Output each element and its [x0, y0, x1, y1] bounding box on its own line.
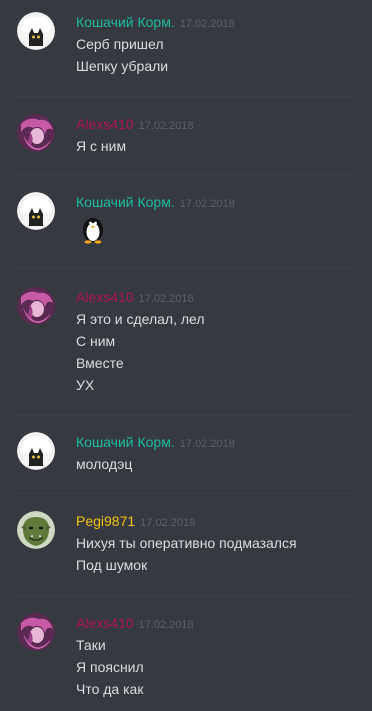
- message-text: Серб пришел: [76, 36, 164, 52]
- message-divider: [16, 493, 356, 494]
- message-header: Кошачий Корм. 17.02.2018: [76, 432, 235, 452]
- message-text: Я с ним: [76, 138, 127, 154]
- anime-avatar[interactable]: [17, 114, 55, 152]
- timestamp: 17.02.2018: [138, 120, 194, 132]
- message-divider: [16, 96, 356, 97]
- message-header: Pegi9871 17.02.2018: [76, 511, 195, 531]
- orc-avatar[interactable]: [17, 511, 55, 549]
- timestamp: 17.02.2018: [138, 293, 194, 305]
- username[interactable]: Alexs410: [76, 615, 134, 631]
- message-text: Таки: [76, 637, 106, 653]
- message-divider: [16, 415, 356, 416]
- message-text: Под шумок: [76, 557, 148, 573]
- username[interactable]: Pegi9871: [76, 513, 135, 529]
- timestamp: 17.02.2018: [179, 438, 235, 450]
- anime-avatar[interactable]: [17, 287, 55, 325]
- timestamp: 17.02.2018: [140, 517, 196, 529]
- cat-avatar[interactable]: [17, 192, 55, 230]
- message-text: Я это и сделал, лел: [76, 311, 205, 327]
- message-text: Вместе: [76, 355, 124, 371]
- message-text: молодэц: [76, 456, 133, 472]
- message-text: Шепку убрали: [76, 58, 169, 74]
- message-header: Alexs410 17.02.2018: [76, 114, 194, 134]
- message-text: УХ: [76, 377, 95, 393]
- message-header: Кошачий Корм. 17.02.2018: [76, 12, 235, 32]
- penguin-emoji[interactable]: [80, 214, 106, 244]
- message-divider: [16, 595, 356, 596]
- username[interactable]: Кошачий Корм.: [76, 434, 175, 450]
- message-text: С ним: [76, 333, 116, 349]
- cat-avatar[interactable]: [17, 432, 55, 470]
- username[interactable]: Кошачий Корм.: [76, 14, 175, 30]
- timestamp: 17.02.2018: [179, 198, 235, 210]
- message-text: Я пояснил: [76, 659, 144, 675]
- message-divider: [16, 174, 356, 175]
- message-header: Кошачий Корм. 17.02.2018: [76, 192, 235, 212]
- username[interactable]: Кошачий Корм.: [76, 194, 175, 210]
- timestamp: 17.02.2018: [179, 18, 235, 30]
- timestamp: 17.02.2018: [138, 619, 194, 631]
- cat-avatar[interactable]: [17, 12, 55, 50]
- username[interactable]: Alexs410: [76, 116, 134, 132]
- message-header: Alexs410 17.02.2018: [76, 287, 194, 307]
- anime-avatar[interactable]: [17, 613, 55, 651]
- message-header: Alexs410 17.02.2018: [76, 613, 194, 633]
- message-text: Нихуя ты оперативно подмазался: [76, 535, 297, 551]
- username[interactable]: Alexs410: [76, 289, 134, 305]
- message-divider: [16, 268, 356, 269]
- message-text: Что да как: [76, 681, 144, 697]
